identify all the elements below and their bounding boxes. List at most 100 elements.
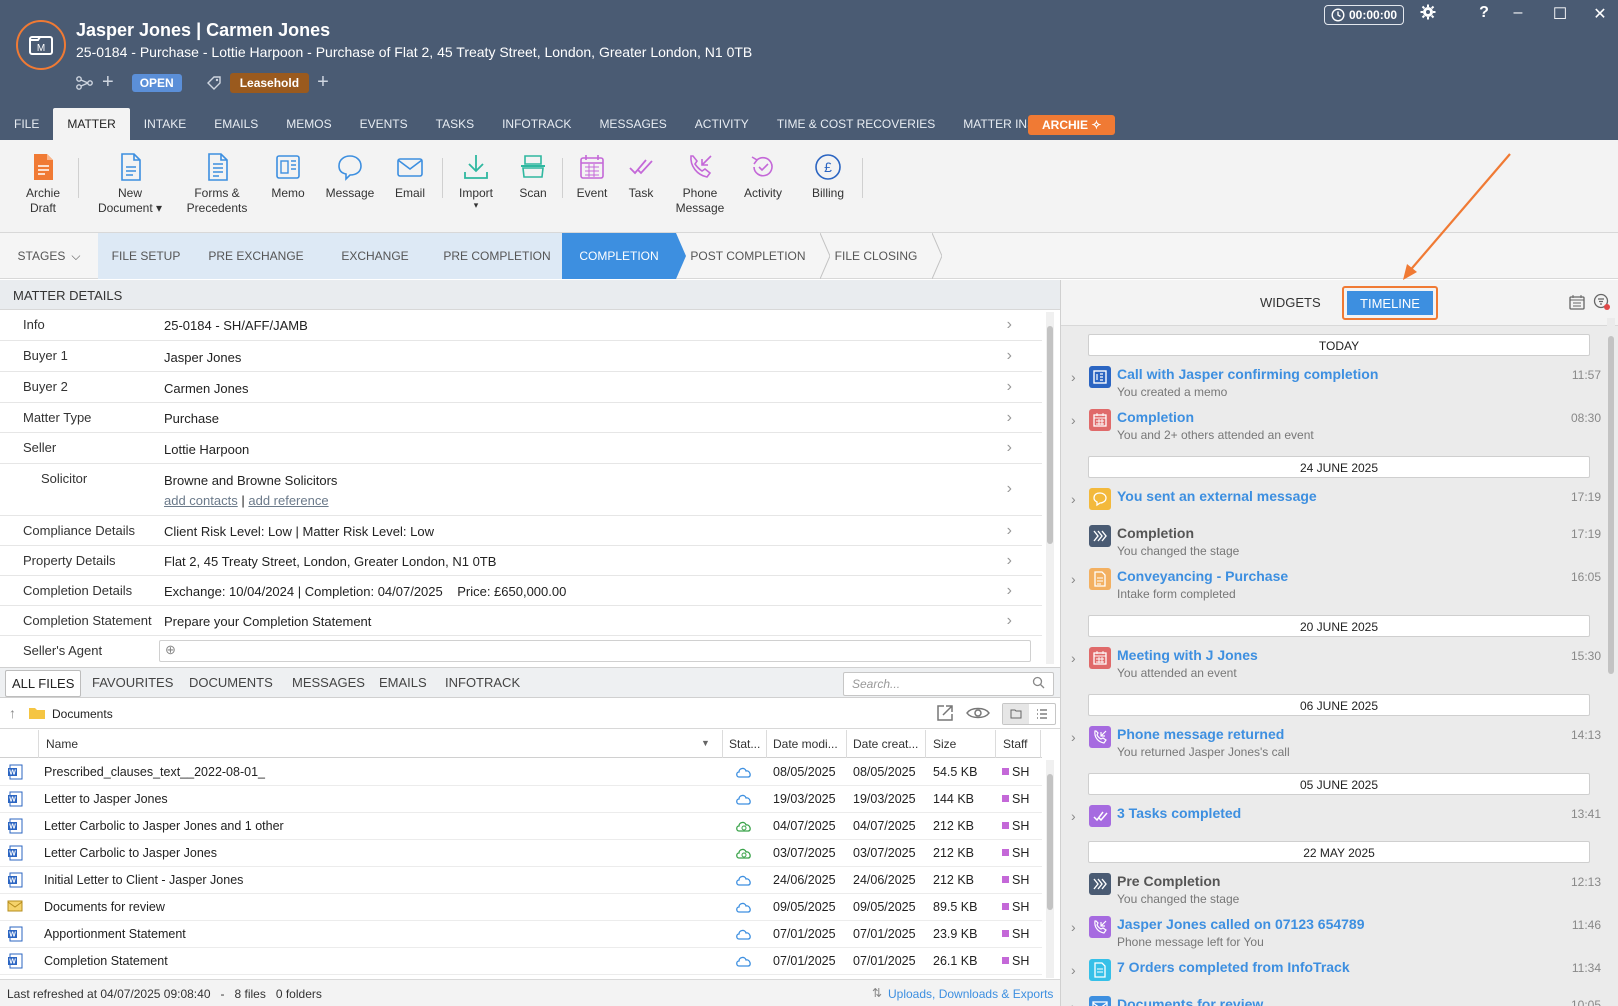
md-row-buyer-2[interactable]: Buyer 2 Carmen Jones › [0, 372, 1042, 403]
stage-pre-completion[interactable]: PRE COMPLETION [432, 233, 572, 279]
timeline-item[interactable]: › 3 Tasks completed 13:41 [1061, 803, 1601, 843]
tab-timeline[interactable]: TIMELINE [1342, 286, 1438, 320]
list-view-icon[interactable] [1029, 704, 1055, 724]
gear-icon[interactable] [1414, 4, 1442, 25]
md-row-info[interactable]: Info 25-0184 - SH/AFF/JAMB › [0, 310, 1042, 341]
timeline-item-title[interactable]: Conveyancing - Purchase [1117, 568, 1288, 584]
timeline-item-title[interactable]: 7 Orders completed from InfoTrack [1117, 959, 1350, 975]
col-name[interactable]: Name [46, 737, 78, 751]
tab-infotrack[interactable]: INFOTRACK [445, 675, 520, 690]
chevron-right-icon[interactable]: › [1071, 808, 1076, 824]
md-row-sellers-agent[interactable]: Seller's Agent ⊕ [0, 636, 1042, 666]
timeline-item[interactable]: › Conveyancing - Purchase Intake form comp… [1061, 566, 1601, 606]
timeline-scrollbar[interactable] [1607, 318, 1615, 1004]
tab-widgets[interactable]: WIDGETS [1260, 295, 1321, 310]
timeline-item[interactable]: Pre Completion You changed the stage 12:13 [1061, 871, 1601, 911]
filter-icon[interactable] [1593, 293, 1611, 314]
tab-memos[interactable]: MEMOS [272, 108, 345, 140]
popout-icon[interactable] [935, 703, 955, 726]
event-button[interactable]: Event [574, 150, 610, 201]
scroll-thumb[interactable] [1047, 326, 1053, 544]
md-row-compliance[interactable]: Compliance Details Client Risk Level: Lo… [0, 516, 1042, 546]
tab-matter[interactable]: MATTER [53, 108, 130, 140]
new-document-button[interactable]: New Document ▾ [94, 150, 166, 216]
chevron-right-icon[interactable]: › [1071, 412, 1076, 428]
md-row-completion-details[interactable]: Completion Details Exchange: 10/04/2024 … [0, 576, 1042, 606]
message-button[interactable]: Message [322, 150, 378, 201]
folder-view-icon[interactable] [1003, 704, 1029, 724]
tab-archie[interactable]: ARCHIE ✧ [1028, 115, 1116, 135]
tab-favourites[interactable]: FAVOURITES [92, 675, 173, 690]
file-row[interactable]: W Completion Statement 07/01/2025 07/01/202… [0, 947, 1042, 975]
tab-activity[interactable]: ACTIVITY [681, 108, 763, 140]
add-contacts-link[interactable]: add contacts [164, 493, 238, 508]
timeline-item[interactable]: › Call with Jasper confirming completion Y… [1061, 364, 1601, 404]
email-button[interactable]: Email [388, 150, 432, 201]
chevron-right-icon[interactable]: › [1071, 491, 1076, 507]
tab-messages[interactable]: MESSAGES [585, 108, 680, 140]
scan-button[interactable]: Scan [516, 150, 550, 201]
chevron-right-icon[interactable]: › [1071, 650, 1076, 666]
timeline-item-title[interactable]: Call with Jasper confirming completion [1117, 366, 1378, 382]
details-scrollbar[interactable] [1046, 312, 1054, 664]
col-date-modified[interactable]: Date modi... [773, 737, 838, 751]
help-icon[interactable]: ? [1470, 4, 1498, 22]
md-row-solicitor[interactable]: Solicitor Browne and Browne Solicitors a… [0, 464, 1042, 516]
file-row[interactable]: W Letter Carbolic to Jasper Jones and 1 o… [0, 812, 1042, 840]
uploads-link[interactable]: Uploads, Downloads & Exports [888, 987, 1053, 1001]
add-reference-link[interactable]: add reference [248, 493, 328, 508]
calendar-filter-icon[interactable] [1569, 294, 1585, 313]
add-circle-icon[interactable]: ⊕ [165, 642, 176, 658]
timeline-item[interactable]: ›Documents for reviewYou sent an email10… [1061, 994, 1601, 1006]
close-icon[interactable]: ✕ [1586, 4, 1614, 24]
col-status[interactable]: Stat... [729, 737, 760, 751]
file-row[interactable]: W Apportionment Statement 07/01/2025 07/01/… [0, 920, 1042, 948]
minimize-icon[interactable]: – [1504, 4, 1532, 22]
tab-time-cost[interactable]: TIME & COST RECOVERIES [763, 108, 949, 140]
memo-button[interactable]: Memo [266, 150, 310, 201]
stage-pre-exchange[interactable]: PRE EXCHANGE [194, 233, 328, 279]
md-row-property[interactable]: Property Details Flat 2, 45 Treaty Stree… [0, 546, 1042, 576]
chevron-right-icon[interactable]: › [1071, 729, 1076, 745]
timeline-item-title[interactable]: Documents for review [1117, 996, 1263, 1006]
tab-events[interactable]: EVENTS [346, 108, 422, 140]
tab-emails[interactable]: EMAILS [200, 108, 272, 140]
timeline-item-title[interactable]: Meeting with J Jones [1117, 647, 1258, 663]
file-row[interactable]: W Letter to Jasper Jones 19/03/2025 19/03/2… [0, 785, 1042, 813]
timer-button[interactable]: 00:00:00 [1324, 5, 1405, 25]
add-relationship-icon[interactable]: + [102, 71, 114, 94]
maximize-icon[interactable]: ☐ [1546, 4, 1574, 24]
tab-emails[interactable]: EMAILS [379, 675, 427, 690]
md-row-matter-type[interactable]: Matter Type Purchase › [0, 403, 1042, 433]
timeline-item[interactable]: › Meeting with J Jones You attended an eve… [1061, 645, 1601, 685]
files-scrollbar[interactable] [1046, 760, 1054, 978]
stage-post-completion[interactable]: POST COMPLETION [676, 233, 830, 279]
tab-tasks[interactable]: TASKS [422, 108, 488, 140]
folder-name[interactable]: Documents [52, 707, 113, 721]
tab-messages[interactable]: MESSAGES [292, 675, 365, 690]
scroll-thumb[interactable] [1608, 336, 1614, 674]
timeline-item-title[interactable]: 3 Tasks completed [1117, 805, 1241, 821]
md-row-seller[interactable]: Seller Lottie Harpoon › [0, 433, 1042, 464]
chevron-right-icon[interactable]: › [1071, 571, 1076, 587]
tag-badge[interactable]: Leasehold [229, 72, 310, 93]
timeline-item[interactable]: Completion You changed the stage 17:19 [1061, 523, 1601, 563]
col-size[interactable]: Size [933, 737, 956, 751]
activity-button[interactable]: Activity [740, 150, 786, 201]
chevron-right-icon[interactable]: › [1071, 369, 1076, 385]
sellers-agent-field[interactable]: ⊕ [159, 640, 1031, 662]
tab-documents[interactable]: DOCUMENTS [189, 675, 273, 690]
phone-message-button[interactable]: Phone Message [674, 150, 726, 216]
archie-draft-button[interactable]: Archie Draft [20, 150, 66, 216]
timeline-item-title[interactable]: Jasper Jones called on 07123 654789 [1117, 916, 1365, 932]
timeline-item-title[interactable]: You sent an external message [1117, 488, 1317, 504]
stages-dropdown[interactable]: STAGES ⌵ [0, 233, 98, 279]
timeline-item-title[interactable]: Completion [1117, 409, 1194, 425]
search-input[interactable]: Search... [843, 672, 1054, 696]
billing-button[interactable]: £ Billing [808, 150, 848, 201]
timeline-item[interactable]: › Jasper Jones called on 07123 654789 Phon… [1061, 914, 1601, 954]
timeline-item[interactable]: › Phone message returned You returned Jasp… [1061, 724, 1601, 764]
tab-intake[interactable]: INTAKE [130, 108, 200, 140]
relationship-icon[interactable] [76, 75, 94, 91]
stage-file-closing[interactable]: FILE CLOSING [820, 233, 942, 279]
